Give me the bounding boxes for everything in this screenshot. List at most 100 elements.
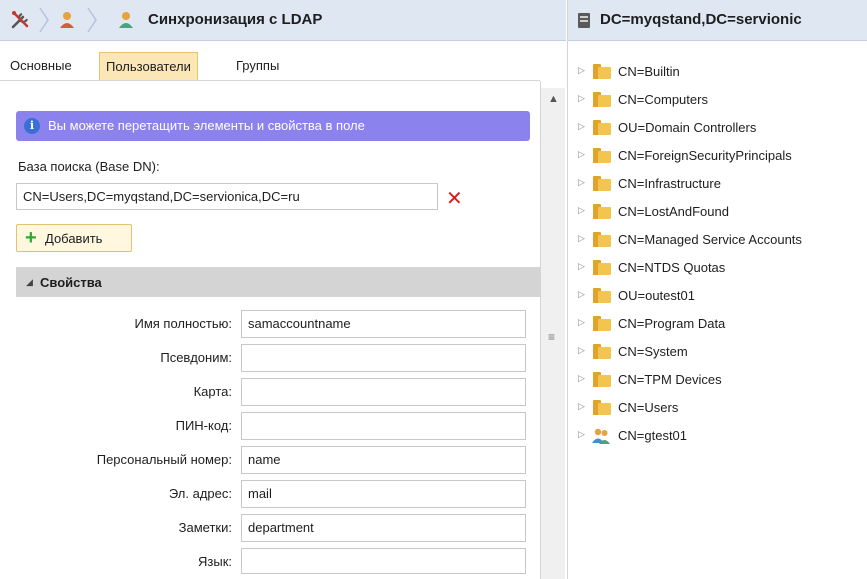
property-label: Карта: (193, 384, 232, 399)
property-field[interactable] (241, 344, 526, 372)
folder-icon (593, 176, 611, 191)
base-dn-input[interactable]: CN=Users,DC=myqstand,DC=servionica,DC=ru (16, 183, 438, 210)
property-label: Имя полностью: (134, 316, 233, 331)
expand-arrow-icon[interactable]: ▷ (578, 205, 585, 216)
folder-icon (593, 64, 611, 79)
folder-icon (593, 316, 611, 331)
tree-item[interactable]: ▷ OU=outest01 (568, 285, 867, 307)
tree-item-label: CN=System (618, 344, 688, 359)
tree-header: DC=myqstand,DC=servionic (568, 0, 867, 41)
tree-item-label: CN=Builtin (618, 64, 680, 79)
tree-item[interactable]: ▷ CN=Program Data (568, 313, 867, 335)
tree-item-label: CN=Managed Service Accounts (618, 232, 802, 247)
users-icon[interactable] (56, 10, 78, 30)
folder-icon (593, 120, 611, 135)
tree-item-label: OU=outest01 (618, 288, 695, 303)
expand-arrow-icon[interactable]: ▷ (578, 121, 585, 132)
plus-icon: + (25, 227, 37, 249)
tree-item-label: CN=gtest01 (618, 428, 688, 443)
tree-item-label: CN=Program Data (618, 316, 726, 331)
tree-item[interactable]: ▷ CN=Managed Service Accounts (568, 229, 867, 251)
expand-arrow-icon[interactable]: ▷ (578, 233, 585, 244)
tools-icon[interactable] (8, 10, 34, 30)
expand-arrow-icon[interactable]: ▷ (578, 149, 585, 160)
panel-title: Синхронизация с LDAP (148, 11, 323, 28)
property-label: Персональный номер: (96, 452, 232, 467)
expand-arrow-icon[interactable]: ▷ (578, 429, 585, 440)
tree-item-label: OU=Domain Controllers (618, 120, 757, 135)
scroll-grip-icon[interactable]: ≡ (548, 330, 555, 344)
folder-icon (593, 204, 611, 219)
info-banner: i Вы можете перетащить элементы и свойст… (16, 111, 530, 141)
expand-arrow-icon[interactable]: ▷ (578, 401, 585, 412)
collapse-icon[interactable]: ◢ (26, 277, 33, 288)
server-icon (578, 13, 590, 28)
group-icon (592, 428, 610, 444)
add-button[interactable]: + Добавить (16, 224, 132, 252)
property-field[interactable]: name (241, 446, 526, 474)
property-label: ПИН-код: (175, 418, 232, 433)
expand-arrow-icon[interactable]: ▷ (578, 65, 585, 76)
directory-tree-panel: DC=myqstand,DC=servionic ▷ CN=Builtin ▷ … (567, 0, 867, 579)
folder-icon (593, 344, 611, 359)
tree-item[interactable]: ▷ CN=Users (568, 397, 867, 419)
expand-arrow-icon[interactable]: ▷ (578, 177, 585, 188)
property-field[interactable] (241, 548, 526, 574)
folder-icon (593, 372, 611, 387)
tree-title: DC=myqstand,DC=servionic (600, 11, 802, 28)
property-field[interactable]: samaccountname (241, 310, 526, 338)
tree-item[interactable]: ▷ CN=TPM Devices (568, 369, 867, 391)
property-field[interactable] (241, 378, 526, 406)
tree-item[interactable]: ▷ CN=Infrastructure (568, 173, 867, 195)
ldap-user-icon (115, 10, 137, 30)
tree-item[interactable]: ▷ CN=LostAndFound (568, 201, 867, 223)
expand-arrow-icon[interactable]: ▷ (578, 261, 585, 272)
info-text: Вы можете перетащить элементы и свойства… (48, 118, 365, 133)
folder-icon (593, 260, 611, 275)
expand-arrow-icon[interactable]: ▷ (578, 93, 585, 104)
tree-item-label: CN=Users (618, 400, 679, 415)
tab-general[interactable]: Основные (4, 52, 78, 80)
folder-icon (593, 92, 611, 107)
tree-item-label: CN=TPM Devices (618, 372, 722, 387)
property-field[interactable]: department (241, 514, 526, 542)
tree-item-label: CN=LostAndFound (618, 204, 729, 219)
tab-users[interactable]: Пользователи (99, 52, 198, 80)
tree-item[interactable]: ▷ CN=System (568, 341, 867, 363)
property-label: Эл. адрес: (168, 486, 232, 501)
tree-item[interactable]: ▷ CN=Builtin (568, 61, 867, 83)
folder-icon (593, 400, 611, 415)
tree-item[interactable]: ▷ CN=ForeignSecurityPrincipals (568, 145, 867, 167)
info-icon: i (24, 118, 40, 134)
tree-item[interactable]: ▷ CN=gtest01 (568, 425, 867, 447)
properties-section-title: Свойства (40, 275, 102, 290)
properties-section-header[interactable]: ◢ Свойства (16, 267, 540, 297)
tab-bar: Основные Пользователи Группы (0, 52, 566, 80)
property-label: Псевдоним: (160, 350, 232, 365)
chevron-right-icon (39, 7, 49, 33)
delete-icon[interactable]: ✕ (446, 186, 463, 211)
expand-arrow-icon[interactable]: ▷ (578, 317, 585, 328)
base-dn-label: База поиска (Base DN): (18, 159, 160, 174)
expand-arrow-icon[interactable]: ▷ (578, 373, 585, 384)
tree-item-label: CN=Computers (618, 92, 708, 107)
property-field[interactable] (241, 412, 526, 440)
add-button-label: Добавить (45, 231, 103, 246)
tree-item-label: CN=ForeignSecurityPrincipals (618, 148, 792, 163)
property-field[interactable]: mail (241, 480, 526, 508)
tree-item[interactable]: ▷ CN=Computers (568, 89, 867, 111)
panel-header: Синхронизация с LDAP (0, 0, 566, 41)
tree-item[interactable]: ▷ OU=Domain Controllers (568, 117, 867, 139)
tree-item-label: CN=NTDS Quotas (618, 260, 726, 275)
tab-groups[interactable]: Группы (230, 52, 285, 80)
folder-icon (593, 288, 611, 303)
property-label: Язык: (198, 554, 232, 569)
scroll-up-icon[interactable]: ▲ (548, 93, 559, 105)
expand-arrow-icon[interactable]: ▷ (578, 345, 585, 356)
tree-item-label: CN=Infrastructure (618, 176, 721, 191)
folder-icon (593, 232, 611, 247)
chevron-right-icon (87, 7, 97, 33)
expand-arrow-icon[interactable]: ▷ (578, 289, 585, 300)
tree-item[interactable]: ▷ CN=NTDS Quotas (568, 257, 867, 279)
ldap-sync-panel: Синхронизация с LDAP Основные Пользовате… (0, 0, 566, 579)
